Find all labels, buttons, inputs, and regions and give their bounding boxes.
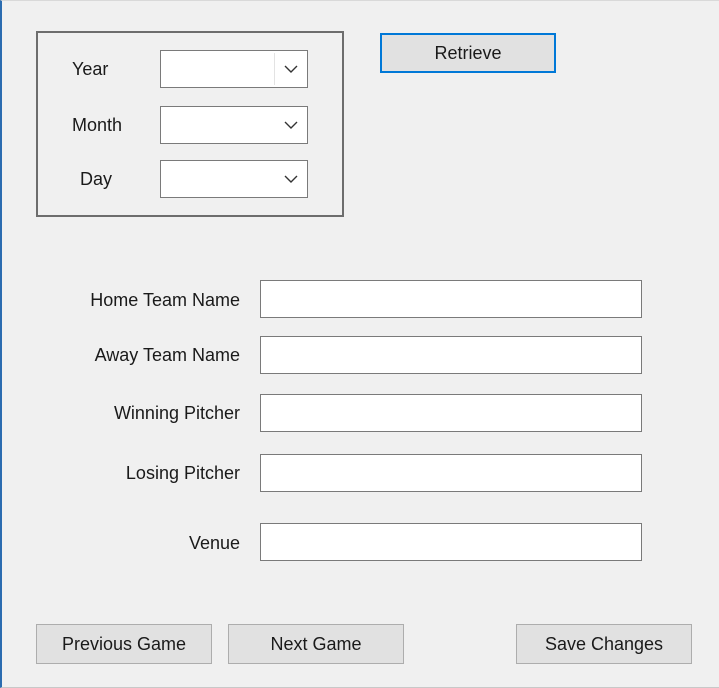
- save-changes-button[interactable]: Save Changes: [516, 624, 692, 664]
- chevron-down-icon[interactable]: [275, 161, 307, 197]
- year-label: Year: [72, 59, 109, 79]
- away-team-input[interactable]: [260, 336, 642, 374]
- venue-input[interactable]: [260, 523, 642, 561]
- away-team-label: Away Team Name: [94, 345, 240, 365]
- chevron-down-icon[interactable]: [275, 107, 307, 143]
- home-team-input[interactable]: [260, 280, 642, 318]
- venue-label: Venue: [188, 533, 240, 553]
- losing-pitcher-input[interactable]: [260, 454, 642, 492]
- month-label: Month: [72, 115, 123, 135]
- next-game-button[interactable]: Next Game: [228, 624, 404, 664]
- main-window: Year Month Day Retrieve Home Team Name A…: [0, 0, 719, 688]
- retrieve-button[interactable]: Retrieve: [380, 33, 556, 73]
- winning-pitcher-input[interactable]: [260, 394, 642, 432]
- day-combobox[interactable]: [160, 160, 308, 198]
- losing-pitcher-label: Losing Pitcher: [125, 463, 240, 483]
- month-combobox[interactable]: [160, 106, 308, 144]
- home-team-label: Home Team Name: [90, 290, 240, 310]
- previous-game-button[interactable]: Previous Game: [36, 624, 212, 664]
- chevron-down-icon[interactable]: [275, 51, 307, 87]
- year-combobox[interactable]: [160, 50, 308, 88]
- day-label: Day: [80, 169, 113, 189]
- winning-pitcher-label: Winning Pitcher: [113, 403, 240, 423]
